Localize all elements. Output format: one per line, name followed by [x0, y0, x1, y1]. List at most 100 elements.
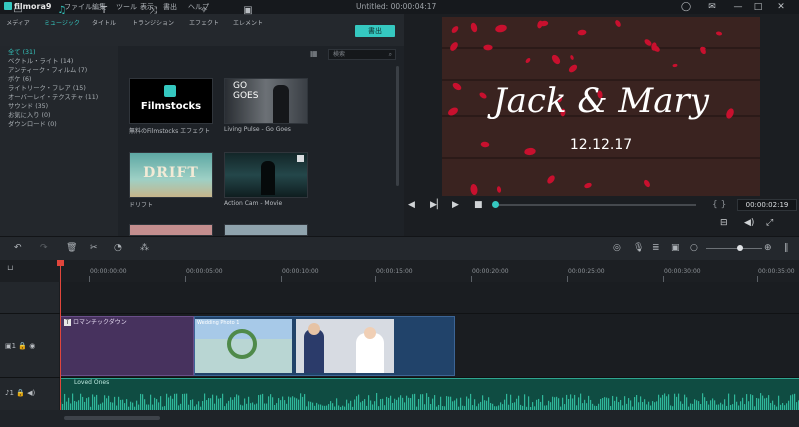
- category-item[interactable]: お気に入り (0): [8, 110, 50, 119]
- waveform-bar: [186, 393, 188, 410]
- waveform-bar: [554, 397, 556, 410]
- redo-icon[interactable]: ↷: [40, 243, 48, 253]
- timecode-display: 00:00:02:19: [737, 199, 797, 211]
- waveform-bar: [746, 394, 748, 410]
- category-item[interactable]: オーバーレイ・テクスチャ (11): [8, 92, 98, 101]
- media-thumbnail[interactable]: [129, 224, 213, 236]
- maximize-icon[interactable]: □: [752, 1, 764, 13]
- preview-date-text: 12.12.17: [569, 137, 633, 153]
- waveform-bar: [572, 398, 574, 410]
- waveform-bar: [648, 401, 650, 410]
- rose-petal: [583, 182, 593, 190]
- speaker-icon[interactable]: ◀): [27, 389, 35, 397]
- waveform-bar: [470, 393, 472, 410]
- microphone-icon[interactable]: 🎙: [633, 243, 644, 253]
- previous-frame-icon[interactable]: ◀: [408, 200, 415, 210]
- playback-scrubber[interactable]: [492, 201, 499, 208]
- download-icon[interactable]: [297, 155, 304, 162]
- category-item[interactable]: ライトリーク・フレア (15): [8, 83, 86, 92]
- volume-icon[interactable]: ◀): [744, 218, 754, 228]
- eye-icon[interactable]: ◉: [29, 342, 35, 350]
- waveform-bar: [114, 396, 116, 410]
- category-item[interactable]: ベクトル・ライト (14): [8, 56, 73, 65]
- waveform-bar: [220, 398, 222, 410]
- filmstocks-logo-icon: [164, 85, 176, 97]
- waveform-bar: [360, 402, 362, 410]
- waveform-bar: [192, 399, 194, 410]
- import-button[interactable]: 書出: [355, 25, 395, 37]
- media-thumbnail[interactable]: DRIFT: [129, 152, 213, 198]
- waveform-bar: [764, 398, 766, 410]
- rose-petal: [539, 19, 549, 27]
- waveform-bar: [422, 394, 424, 410]
- speed-icon[interactable]: ◔: [114, 243, 122, 253]
- lock-icon[interactable]: 🔒: [18, 342, 27, 350]
- waveform-bar: [584, 399, 586, 410]
- playhead[interactable]: [60, 260, 61, 410]
- media-scrollbar[interactable]: [396, 66, 399, 186]
- search-input[interactable]: 検索 ⌕: [328, 49, 396, 60]
- waveform-bar: [532, 402, 534, 410]
- media-thumbnail[interactable]: Filmstocks: [129, 78, 213, 124]
- audio-track-header: ♪1 🔒 ◀): [5, 389, 35, 397]
- waveform-bar: [602, 398, 604, 410]
- pause-icon[interactable]: ‖: [784, 243, 789, 253]
- waveform-bar: [628, 398, 630, 410]
- media-thumbnail[interactable]: [224, 152, 308, 198]
- waveform-bar: [604, 397, 606, 410]
- waveform-bar: [212, 394, 214, 410]
- minimize-icon[interactable]: —: [732, 1, 744, 13]
- tab-elements[interactable]: ▣ エレメント: [222, 4, 274, 30]
- waveform-bar: [484, 400, 486, 410]
- tab-transitions[interactable]: ⤨ トランジション: [127, 4, 179, 30]
- stop-icon[interactable]: ■: [474, 200, 483, 210]
- media-thumbnail[interactable]: GO GOES: [224, 78, 308, 124]
- zoom-out-icon[interactable]: ○: [690, 243, 698, 253]
- account-icon[interactable]: ◯: [680, 1, 692, 13]
- step-back-icon[interactable]: ▶▏: [430, 200, 444, 210]
- category-item[interactable]: サウンド (35): [8, 101, 48, 110]
- media-thumbnail[interactable]: [224, 224, 308, 236]
- zoom-slider[interactable]: [706, 248, 762, 249]
- waveform-bar: [268, 396, 270, 410]
- cut-icon[interactable]: ✂: [90, 243, 98, 253]
- category-item[interactable]: 全て (31): [8, 47, 36, 56]
- render-icon[interactable]: ◎: [613, 243, 621, 253]
- waveform-bar: [244, 398, 246, 410]
- screenshot-icon[interactable]: ⊟: [720, 218, 728, 228]
- zoom-in-icon[interactable]: ⊕: [764, 243, 772, 253]
- voiceover-icon[interactable]: ≣: [652, 243, 660, 253]
- waveform-bar: [394, 398, 396, 410]
- rose-petal: [469, 183, 478, 196]
- waveform-bar: [782, 403, 784, 410]
- waveform-bar: [140, 393, 142, 410]
- waveform-bar: [406, 395, 408, 410]
- ruler-snap-icon[interactable]: └┘: [6, 266, 14, 274]
- ruler-tick-label: 00:00:35:00: [758, 268, 795, 275]
- waveform-bar: [238, 395, 240, 410]
- notification-icon[interactable]: ✉: [706, 1, 718, 13]
- play-icon[interactable]: ▶: [452, 200, 459, 210]
- zoom-slider-knob[interactable]: [737, 245, 743, 251]
- waveform-bar: [76, 401, 78, 410]
- delete-icon[interactable]: 🗑: [66, 243, 77, 253]
- waveform-bar: [74, 400, 76, 410]
- audio-mixer-icon[interactable]: ⁂: [140, 243, 149, 253]
- category-item[interactable]: ダウンロード (0): [8, 119, 57, 128]
- waveform-bar: [510, 394, 512, 410]
- grid-view-icon[interactable]: ▦: [310, 49, 318, 58]
- close-icon[interactable]: ✕: [775, 1, 787, 13]
- mark-in-out-icon[interactable]: { }: [712, 200, 726, 210]
- waveform-bar: [316, 402, 318, 410]
- undo-icon[interactable]: ↶: [14, 243, 22, 253]
- lock-icon[interactable]: 🔒: [16, 389, 25, 397]
- tab-titles[interactable]: T タイトル: [78, 4, 130, 30]
- snapshot-icon[interactable]: ▣: [671, 243, 680, 253]
- category-item[interactable]: ボケ (6): [8, 74, 32, 83]
- playback-progress[interactable]: [493, 204, 696, 206]
- fullscreen-icon[interactable]: ⤢: [766, 218, 773, 228]
- category-item[interactable]: アンティーク・フィルム (7): [8, 65, 87, 74]
- waveform-bar: [86, 398, 88, 410]
- timeline-scrollbar[interactable]: [64, 416, 160, 420]
- waveform-bar: [388, 397, 390, 410]
